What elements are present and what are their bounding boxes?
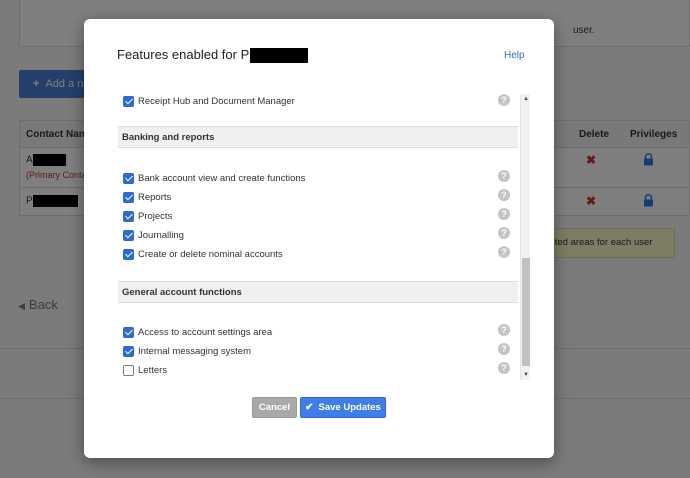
section-banking-reports: Banking and reports bbox=[118, 126, 518, 148]
scroll-down-arrow-icon[interactable]: ▼ bbox=[521, 370, 530, 380]
features-scroll-area[interactable]: Receipt Hub and Document Manager ? Banki… bbox=[118, 94, 530, 380]
feature-messaging[interactable]: Internal messaging system bbox=[123, 344, 251, 358]
features-modal: Features enabled for P Help Receipt Hub … bbox=[84, 19, 554, 458]
scrollbar-thumb[interactable] bbox=[522, 258, 530, 366]
checkbox-reports[interactable] bbox=[123, 191, 134, 203]
checkbox-projects[interactable] bbox=[123, 210, 134, 222]
modal-title: Features enabled for P bbox=[117, 47, 309, 64]
save-updates-label: Save Updates bbox=[318, 402, 381, 413]
cancel-button[interactable]: Cancel bbox=[252, 397, 297, 418]
feature-account-settings[interactable]: Access to account settings area bbox=[123, 325, 272, 339]
checkbox-letters[interactable] bbox=[123, 364, 134, 376]
feature-bank-account[interactable]: Bank account view and create functions bbox=[123, 171, 305, 185]
checkbox-receipt-hub[interactable] bbox=[123, 95, 134, 107]
checkbox-account-settings[interactable] bbox=[123, 326, 134, 338]
feature-reports[interactable]: Reports bbox=[123, 190, 171, 204]
checkbox-bank-account[interactable] bbox=[123, 172, 134, 184]
question-circle-icon[interactable]: ? bbox=[498, 343, 510, 355]
question-circle-icon[interactable]: ? bbox=[498, 208, 510, 220]
feature-letters[interactable]: Letters bbox=[123, 363, 167, 377]
feature-journalling[interactable]: Journalling bbox=[123, 228, 184, 242]
feature-receipt-hub[interactable]: Receipt Hub and Document Manager bbox=[123, 94, 295, 108]
section-general-account: General account functions bbox=[118, 281, 518, 303]
scroll-up-arrow-icon[interactable]: ▲ bbox=[521, 94, 530, 104]
question-circle-icon[interactable]: ? bbox=[498, 189, 510, 201]
question-circle-icon[interactable]: ? bbox=[498, 170, 510, 182]
question-circle-icon[interactable]: ? bbox=[498, 94, 510, 106]
checkmark-icon: ✔ bbox=[305, 402, 314, 413]
feature-projects[interactable]: Projects bbox=[123, 209, 172, 223]
redacted-name bbox=[250, 48, 309, 64]
question-circle-icon[interactable]: ? bbox=[498, 362, 510, 374]
feature-nominal-accounts[interactable]: Create or delete nominal accounts bbox=[123, 247, 283, 261]
help-link[interactable]: Help bbox=[504, 50, 525, 61]
save-updates-button[interactable]: ✔ Save Updates bbox=[300, 397, 386, 418]
checkbox-nominal-accounts[interactable] bbox=[123, 248, 134, 260]
checkbox-messaging[interactable] bbox=[123, 345, 134, 357]
checkbox-journalling[interactable] bbox=[123, 229, 134, 241]
scrollbar[interactable]: ▲ ▼ bbox=[520, 94, 530, 380]
question-circle-icon[interactable]: ? bbox=[498, 324, 510, 336]
question-circle-icon[interactable]: ? bbox=[498, 227, 510, 239]
question-circle-icon[interactable]: ? bbox=[498, 246, 510, 258]
